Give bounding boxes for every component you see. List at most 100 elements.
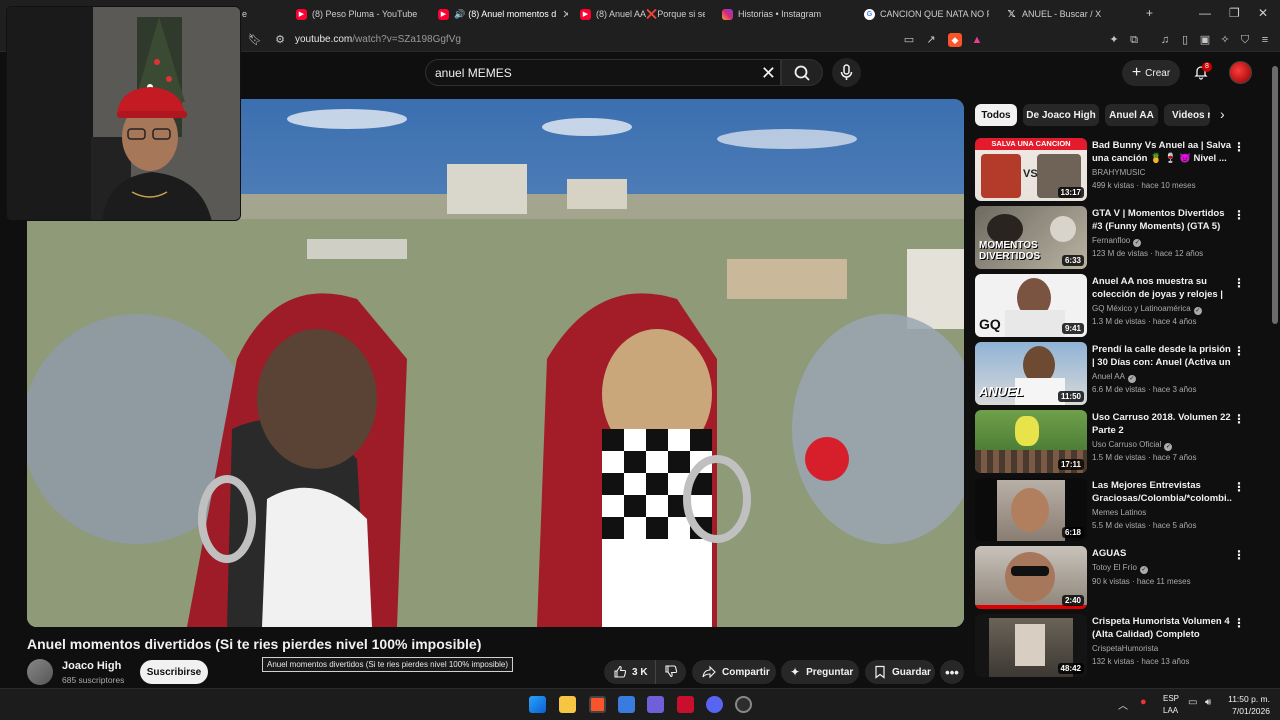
recommendation-item[interactable]: ANUEL 11:50 Prendí la calle desde la pri… xyxy=(975,342,1250,406)
more-vertical-icon[interactable]: ⋮ xyxy=(1233,344,1245,358)
video-thumbnail[interactable]: 17:11 xyxy=(975,410,1087,473)
recommendation-title[interactable]: AGUAS xyxy=(1092,547,1232,560)
channel-name[interactable]: Joaco High xyxy=(62,660,121,672)
microphone-tray-icon[interactable]: ● xyxy=(1140,696,1147,708)
chip-all[interactable]: Todos xyxy=(975,104,1017,126)
site-settings-icon[interactable]: ⚙︎ xyxy=(273,33,287,47)
video-thumbnail[interactable]: 2:40 xyxy=(975,546,1087,609)
video-thumbnail[interactable]: MOMENTOS DIVERTIDOS 6:33 xyxy=(975,206,1087,269)
screenshot-icon[interactable]: ⧉ xyxy=(1127,33,1141,47)
store-icon[interactable] xyxy=(618,696,635,713)
video-thumbnail[interactable]: ANUEL 11:50 xyxy=(975,342,1087,405)
browser-tab-anuel[interactable]: ▶ (8) Anuel AA❌Porque si se le xyxy=(580,4,705,24)
search-button[interactable] xyxy=(781,59,823,86)
windows-start-icon[interactable] xyxy=(529,696,546,713)
discord-icon[interactable] xyxy=(706,696,723,713)
recommendation-title[interactable]: Uso Carruso 2018. Volumen 22 Parte 2 xyxy=(1092,411,1232,437)
close-window-icon[interactable]: ✕ xyxy=(1258,6,1268,20)
video-thumbnail[interactable]: GQ 9:41 xyxy=(975,274,1087,337)
more-vertical-icon[interactable]: ⋮ xyxy=(1233,548,1245,562)
obs-icon[interactable] xyxy=(735,696,752,713)
share-icon[interactable]: ↗ xyxy=(924,33,938,47)
cast-icon[interactable]: ▭ xyxy=(902,33,916,47)
more-vertical-icon[interactable]: ⋮ xyxy=(1233,412,1245,426)
media-app-icon[interactable] xyxy=(677,696,694,713)
volume-icon[interactable]: 🔊︎ xyxy=(1205,697,1211,708)
browser-tab-google[interactable]: G CANCION QUE NATA NO PUE xyxy=(864,4,989,24)
share-button[interactable]: Compartir xyxy=(692,660,776,684)
recommendation-item[interactable]: 17:11 Uso Carruso 2018. Volumen 22 Parte… xyxy=(975,410,1250,474)
network-icon[interactable]: ▭ xyxy=(1188,697,1197,708)
recommendation-channel[interactable]: Fernanfloo ✓ xyxy=(1092,236,1142,247)
recommendation-title[interactable]: GTA V | Momentos Divertidos #3 (Funny Mo… xyxy=(1092,207,1232,233)
recommendation-channel[interactable]: BRAHYMUSIC xyxy=(1092,168,1145,177)
more-vertical-icon[interactable]: ⋮ xyxy=(1233,480,1245,494)
vpn-icon[interactable]: ⛉ xyxy=(1238,33,1252,47)
save-button[interactable]: Guardar xyxy=(865,660,935,684)
more-actions-button[interactable]: ••• xyxy=(940,660,964,684)
chevron-right-icon[interactable]: › xyxy=(1220,106,1225,122)
clear-search-icon[interactable]: ✕ xyxy=(761,62,776,84)
new-tab-button[interactable]: + xyxy=(1146,6,1153,20)
browser-tab-x[interactable]: 𝕏 ANUEL - Buscar / X xyxy=(1006,4,1131,24)
channel-avatar[interactable] xyxy=(27,659,53,685)
game-icon[interactable] xyxy=(647,696,664,713)
maximize-icon[interactable]: ❐ xyxy=(1229,6,1240,20)
more-vertical-icon[interactable]: ⋮ xyxy=(1233,616,1245,630)
subscribe-button[interactable]: Suscribirse xyxy=(140,660,208,684)
chip-anuel-aa[interactable]: Anuel AA xyxy=(1105,104,1158,126)
browser-tab-instagram[interactable]: Historias • Instagram xyxy=(722,4,847,24)
search-input[interactable]: anuel MEMES xyxy=(435,66,512,80)
recommendation-title[interactable]: Prendí la calle desde la prisión | 30 Dí… xyxy=(1092,343,1232,369)
music-icon[interactable]: ♫ xyxy=(1158,33,1172,47)
chip-from-channel[interactable]: De Joaco High xyxy=(1023,104,1099,126)
url-field[interactable]: youtube.com/watch?v=SZa198GgfVg xyxy=(295,34,461,45)
brave-browser-icon[interactable] xyxy=(589,696,606,713)
recommendation-item[interactable]: 48:42 Crispeta Humorista Volumen 4 (Alta… xyxy=(975,614,1250,678)
language-indicator[interactable]: ESP xyxy=(1163,694,1179,703)
close-tab-icon[interactable]: ✕ xyxy=(562,8,568,21)
brave-shields-icon[interactable]: ◆ xyxy=(948,33,962,47)
ask-button[interactable]: ✦ Preguntar xyxy=(781,660,859,684)
recommendation-item[interactable]: GQ 9:41 Anuel AA nos muestra su colecció… xyxy=(975,274,1250,338)
sidebar-icon[interactable]: ▯ xyxy=(1178,33,1192,47)
voice-search-button[interactable] xyxy=(832,58,861,87)
more-vertical-icon[interactable]: ⋮ xyxy=(1233,208,1245,222)
recommendation-title[interactable]: Bad Bunny Vs Anuel aa | Salva una canció… xyxy=(1092,139,1232,165)
create-button[interactable]: + Crear xyxy=(1122,60,1180,86)
recommendation-channel[interactable]: Anuel AA ✓ xyxy=(1092,372,1136,383)
browser-tab[interactable]: e xyxy=(242,4,262,24)
recommendation-title[interactable]: Las Mejores Entrevistas Graciosas/Colomb… xyxy=(1092,479,1232,505)
recommendation-item[interactable]: MOMENTOS DIVERTIDOS 6:33 GTA V | Momento… xyxy=(975,206,1250,270)
dislike-button[interactable] xyxy=(656,664,678,681)
search-box[interactable]: anuel MEMES ✕ xyxy=(425,59,781,86)
video-thumbnail[interactable]: SALVA UNA CANCION VS 13:17 xyxy=(975,138,1087,201)
browser-tab-peso-pluma[interactable]: ▶ (8) Peso Pluma - YouTube xyxy=(296,4,426,24)
recommendation-item[interactable]: 2:40 AGUAS Totoy El Frío ✓ 90 k vistas · … xyxy=(975,546,1250,610)
recommendation-title[interactable]: Anuel AA nos muestra su colección de joy… xyxy=(1092,275,1232,301)
page-scrollbar-thumb[interactable] xyxy=(1272,66,1278,324)
wallet-icon[interactable]: ▣ xyxy=(1198,33,1212,47)
recommendation-channel[interactable]: GQ México y Latinoamérica ✓ xyxy=(1092,304,1202,315)
recommendation-channel[interactable]: Memes Latinos xyxy=(1092,508,1146,517)
recommendation-channel[interactable]: Uso Carruso Oficial ✓ xyxy=(1092,440,1173,451)
browser-tab-active[interactable]: ▶ 🔊 (8) Anuel momentos d ✕ xyxy=(438,4,568,24)
file-explorer-icon[interactable] xyxy=(559,696,576,713)
more-vertical-icon[interactable]: ⋮ xyxy=(1233,276,1245,290)
recommendation-item[interactable]: SALVA UNA CANCION VS 13:17 Bad Bunny Vs … xyxy=(975,138,1250,202)
like-button[interactable]: 3 K xyxy=(604,660,656,684)
recommendation-item[interactable]: 6:18 Las Mejores Entrevistas Graciosas/C… xyxy=(975,478,1250,542)
more-vertical-icon[interactable]: ⋮ xyxy=(1233,140,1245,154)
leo-icon[interactable]: ✧ xyxy=(1218,33,1232,47)
clock-date[interactable]: 7/01/2026 xyxy=(1222,706,1270,716)
chevron-up-icon[interactable]: ︿ xyxy=(1118,697,1128,712)
chip-videos[interactable]: Videos r xyxy=(1164,104,1210,126)
account-avatar[interactable] xyxy=(1229,61,1252,84)
video-thumbnail[interactable]: 6:18 xyxy=(975,478,1087,541)
keyboard-layout[interactable]: LAA xyxy=(1163,706,1178,715)
menu-icon[interactable]: ≡ xyxy=(1258,33,1272,47)
minimize-icon[interactable]: — xyxy=(1199,6,1211,20)
rewards-icon[interactable]: ▲ xyxy=(970,33,984,47)
recommendation-title[interactable]: Crispeta Humorista Volumen 4 (Alta Calid… xyxy=(1092,615,1232,641)
video-thumbnail[interactable]: 48:42 xyxy=(975,614,1087,677)
